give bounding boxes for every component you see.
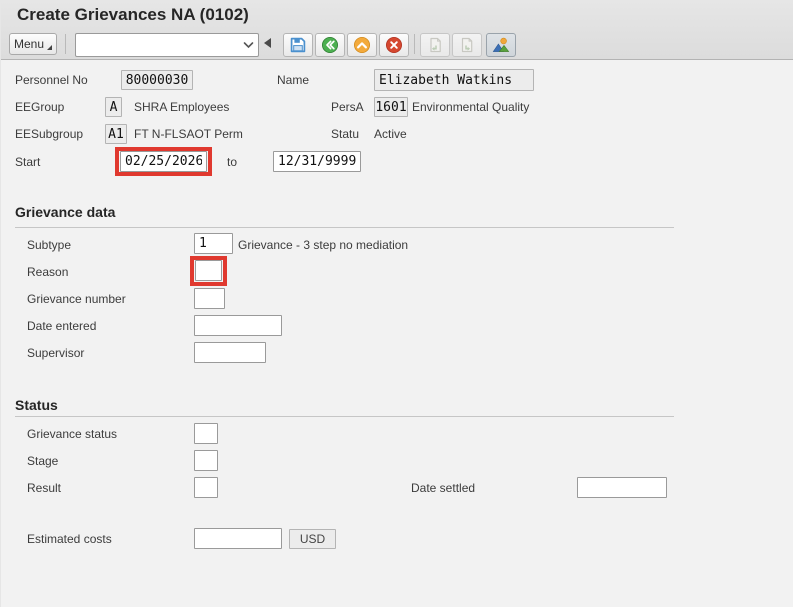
personnel-no-label: Personnel No [15, 73, 88, 87]
status-section-title: Status [15, 397, 58, 413]
date-entered-label: Date entered [27, 319, 96, 333]
subtype-text: Grievance - 3 step no mediation [238, 238, 408, 252]
prev-document-icon [426, 36, 444, 54]
reason-label: Reason [27, 265, 68, 279]
next-document-icon [458, 36, 476, 54]
end-date-input[interactable] [273, 151, 361, 172]
save-button[interactable] [283, 33, 313, 57]
date-settled-input[interactable] [577, 477, 667, 498]
pers-a-value: 1601 [374, 97, 408, 117]
ee-subgroup-value: A1 [105, 124, 127, 144]
pers-a-text: Environmental Quality [412, 100, 529, 114]
stage-label: Stage [27, 454, 58, 468]
page-title: Create Grievances NA (0102) [17, 5, 249, 25]
to-label: to [227, 155, 237, 169]
toolbar-separator [414, 34, 415, 54]
combo-chevron-down-icon [243, 41, 254, 49]
result-input[interactable] [194, 477, 218, 498]
ee-group-value: A [105, 97, 122, 117]
back-icon [321, 36, 339, 54]
collapse-left-icon[interactable] [264, 38, 271, 48]
start-label: Start [15, 155, 40, 169]
subtype-input[interactable] [194, 233, 233, 254]
menu-button[interactable]: Menu [9, 33, 57, 55]
estimated-costs-input[interactable] [194, 528, 282, 549]
personnel-no-value: 80000030 [121, 70, 193, 90]
ee-subgroup-text: FT N-FLSAOT Perm [134, 127, 243, 141]
subtype-label: Subtype [27, 238, 71, 252]
grievance-number-label: Grievance number [27, 292, 126, 306]
name-label: Name [277, 73, 309, 87]
create-grievances-window: Create Grievances NA (0102) Menu [0, 0, 793, 607]
grievance-status-input[interactable] [194, 423, 218, 444]
menu-corner-icon [47, 45, 52, 50]
ee-group-text: SHRA Employees [134, 100, 229, 114]
photo-icon [492, 36, 510, 54]
supervisor-input[interactable] [194, 342, 266, 363]
cancel-icon [385, 36, 403, 54]
currency-value: USD [289, 529, 336, 549]
prev-document-button [420, 33, 450, 57]
next-document-button [452, 33, 482, 57]
menu-button-label: Menu [14, 37, 44, 51]
window-header: Create Grievances NA (0102) Menu [1, 0, 793, 60]
status-label: Statu [331, 127, 359, 141]
back-button[interactable] [315, 33, 345, 57]
command-input[interactable] [76, 36, 243, 54]
photo-button[interactable] [486, 33, 516, 57]
ee-subgroup-label: EESubgroup [15, 127, 83, 141]
grievance-status-label: Grievance status [27, 427, 117, 441]
stage-input[interactable] [194, 450, 218, 471]
result-label: Result [27, 481, 61, 495]
pers-a-label: PersA [331, 100, 364, 114]
reason-input[interactable] [195, 260, 222, 281]
grievance-number-input[interactable] [194, 288, 225, 309]
name-value: Elizabeth Watkins [374, 69, 534, 91]
estimated-costs-label: Estimated costs [27, 532, 112, 546]
command-combobox[interactable] [75, 33, 259, 57]
date-entered-input[interactable] [194, 315, 282, 336]
section-divider [15, 416, 674, 417]
status-text: Active [374, 127, 407, 141]
grievance-data-section-title: Grievance data [15, 204, 115, 220]
date-settled-label: Date settled [411, 481, 475, 495]
start-date-input[interactable] [120, 151, 207, 172]
exit-icon [353, 36, 371, 54]
ee-group-label: EEGroup [15, 100, 64, 114]
section-divider [15, 227, 674, 228]
save-icon [289, 36, 307, 54]
exit-button[interactable] [347, 33, 377, 57]
toolbar-separator [65, 34, 66, 54]
supervisor-label: Supervisor [27, 346, 84, 360]
cancel-button[interactable] [379, 33, 409, 57]
